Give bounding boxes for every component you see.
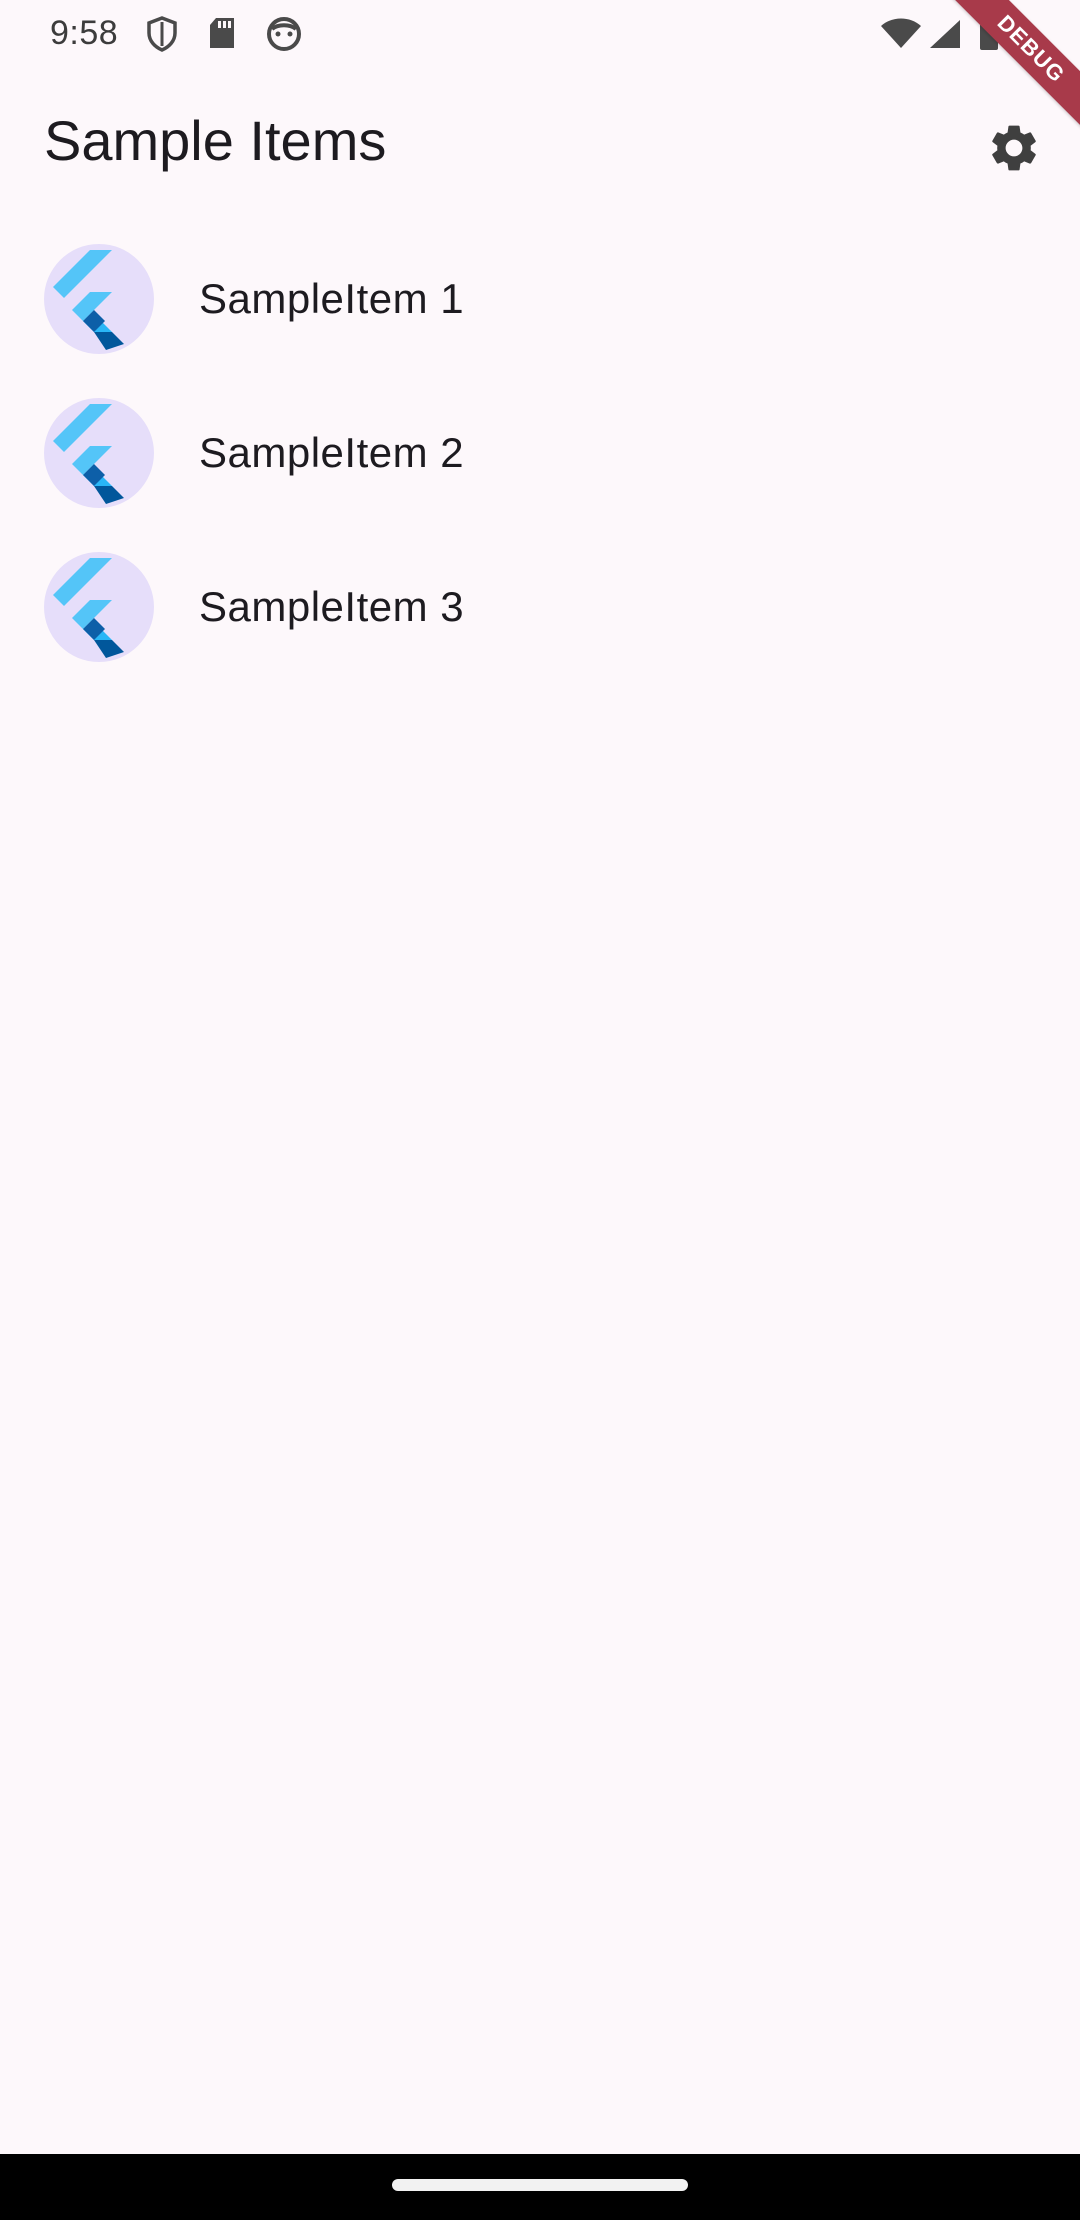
settings-button[interactable] bbox=[980, 114, 1048, 182]
face-icon bbox=[266, 16, 302, 57]
signal-icon bbox=[928, 18, 962, 55]
list-item-label: SampleItem 2 bbox=[199, 429, 465, 476]
flutter-logo-icon bbox=[53, 558, 124, 658]
sample-items-list: SampleItem 1 SampleItem 2 SampleItem 3 bbox=[0, 222, 1080, 684]
shield-icon bbox=[146, 16, 178, 57]
list-item[interactable]: SampleItem 3 bbox=[0, 530, 1080, 684]
sd-card-icon bbox=[208, 16, 236, 55]
app-screen: 9:58 DEBUG Sample Items SampleItem 1 Sam… bbox=[0, 0, 1080, 2154]
list-item-label: SampleItem 1 bbox=[199, 275, 465, 322]
flutter-logo-icon bbox=[53, 404, 124, 504]
wifi-icon bbox=[880, 18, 922, 55]
app-bar: Sample Items bbox=[0, 68, 1080, 222]
list-item[interactable]: SampleItem 2 bbox=[0, 376, 1080, 530]
status-time: 9:58 bbox=[50, 14, 119, 52]
flutter-logo-icon bbox=[53, 250, 124, 350]
avatar bbox=[44, 398, 154, 508]
home-gesture-handle[interactable] bbox=[392, 2179, 688, 2191]
avatar bbox=[44, 244, 154, 354]
page-title: Sample Items bbox=[44, 109, 387, 172]
list-item-label: SampleItem 3 bbox=[199, 583, 465, 630]
navigation-bar bbox=[0, 2154, 1080, 2220]
status-bar: 9:58 DEBUG bbox=[0, 0, 1080, 151]
avatar bbox=[44, 552, 154, 662]
gear-icon bbox=[992, 125, 1036, 171]
list-item[interactable]: SampleItem 1 bbox=[0, 222, 1080, 376]
